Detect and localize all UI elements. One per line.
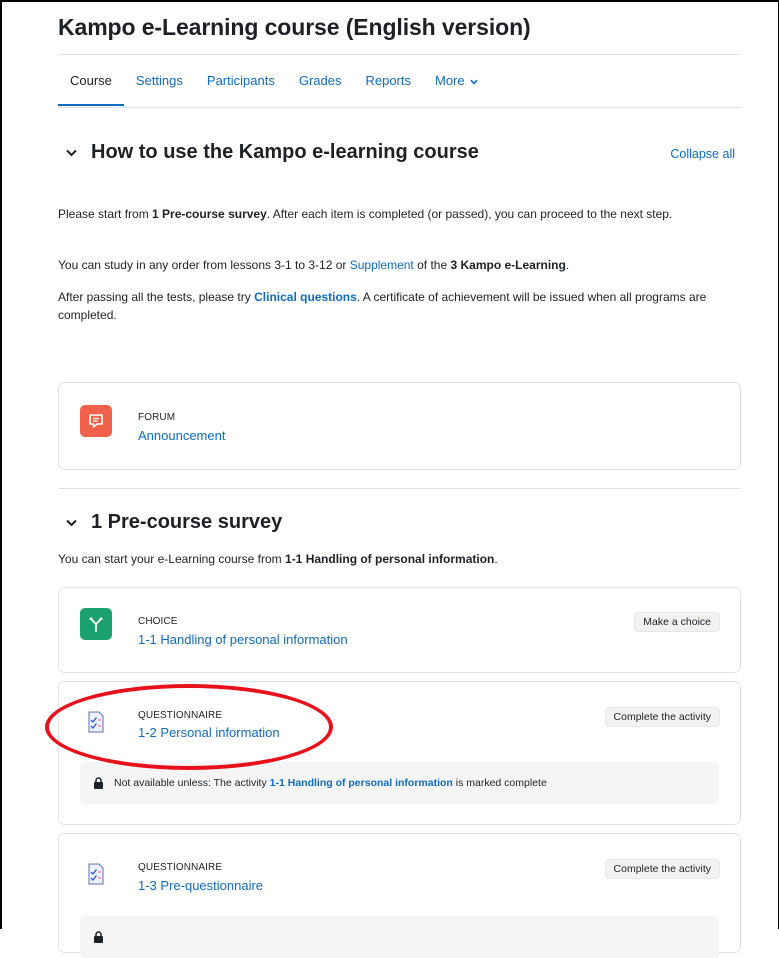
activity-type: QUESTIONNAIRE xyxy=(138,710,223,721)
divider xyxy=(58,107,741,108)
tab-label: Participants xyxy=(206,73,275,88)
text: of the xyxy=(413,258,451,272)
summary-paragraph: You can study in any order from lessons … xyxy=(58,256,718,274)
activity-link-announcement[interactable]: Announcement xyxy=(138,428,225,443)
tab-grades[interactable]: Grades xyxy=(287,66,354,106)
bold-text: 1-1 Handling of personal information xyxy=(285,552,495,566)
summary-paragraph: After passing all the tests, please try … xyxy=(58,288,718,324)
activity-link-pre-questionnaire[interactable]: 1-3 Pre-questionnaire xyxy=(138,878,263,893)
access-restriction xyxy=(80,916,719,958)
choice-icon xyxy=(80,608,112,640)
tab-participants[interactable]: Participants xyxy=(195,66,287,106)
restriction-activity-link[interactable]: 1-1 Handling of personal information xyxy=(270,777,453,789)
text: After passing all the tests, please try xyxy=(58,290,255,304)
supplement-link[interactable]: Supplement xyxy=(350,258,414,272)
divider xyxy=(58,54,741,55)
bold-text: 1 Pre-course survey xyxy=(152,207,267,221)
clinical-questions-link[interactable]: Clinical questions xyxy=(254,290,357,304)
bold-text: 3 Kampo e-Learning xyxy=(450,258,566,272)
tab-label: Reports xyxy=(365,73,411,88)
lock-icon xyxy=(93,931,104,943)
tab-reports[interactable]: Reports xyxy=(353,66,423,106)
activity-link-personal-information[interactable]: 1-2 Personal information xyxy=(138,725,280,740)
forum-icon xyxy=(80,405,112,437)
summary-paragraph: Please start from 1 Pre-course survey. A… xyxy=(58,205,718,223)
text: is marked complete xyxy=(455,777,547,789)
text: Please start from xyxy=(58,207,153,221)
completion-badge: Make a choice xyxy=(634,612,720,632)
page-title: Kampo e-Learning course (English version… xyxy=(58,14,531,40)
activity-type: FORUM xyxy=(138,412,176,423)
section-title[interactable]: 1 Pre-course survey xyxy=(91,511,282,534)
section-title[interactable]: How to use the Kampo e-learning course xyxy=(91,141,479,164)
tab-more[interactable]: More xyxy=(423,66,490,106)
text: You can start your e-Learning course fro… xyxy=(58,552,286,566)
questionnaire-icon xyxy=(80,858,112,890)
chevron-down-icon xyxy=(468,77,479,87)
completion-badge: Complete the activity xyxy=(604,859,720,879)
chevron-down-icon[interactable] xyxy=(66,145,77,160)
activity-card-questionnaire-personal-info: QUESTIONNAIRE 1-2 Personal information C… xyxy=(58,681,741,825)
section-intro: You can start your e-Learning course fro… xyxy=(58,550,718,568)
text: . After each item is completed (or passe… xyxy=(266,207,673,221)
text: . xyxy=(565,258,570,272)
lock-icon xyxy=(93,777,104,789)
section-header-how-to-use: How to use the Kampo e-learning course xyxy=(66,141,479,164)
access-restriction: Not available unless: The activity 1-1 H… xyxy=(80,762,719,804)
section-header-pre-course-survey: 1 Pre-course survey xyxy=(66,511,282,534)
section-divider xyxy=(58,488,741,489)
tab-label: More xyxy=(435,73,465,88)
tab-label: Settings xyxy=(135,73,183,88)
text: You can study in any order from lessons … xyxy=(58,258,350,272)
completion-badge: Complete the activity xyxy=(604,707,720,727)
questionnaire-icon xyxy=(80,706,112,738)
tab-course[interactable]: Course xyxy=(58,66,124,106)
tab-label: Grades xyxy=(298,73,342,88)
course-nav-tabs: Course Settings Participants Grades Repo… xyxy=(58,66,490,106)
collapse-all-link[interactable]: Collapse all xyxy=(670,147,735,161)
activity-card-choice: CHOICE 1-1 Handling of personal informat… xyxy=(58,587,741,673)
tab-settings[interactable]: Settings xyxy=(124,66,195,106)
activity-link-handling-personal-info[interactable]: 1-1 Handling of personal information xyxy=(138,632,348,647)
tab-label: Course xyxy=(70,73,112,88)
activity-card-questionnaire-pre: QUESTIONNAIRE 1-3 Pre-questionnaire Comp… xyxy=(58,833,741,958)
activity-type: QUESTIONNAIRE xyxy=(138,862,223,873)
text: Not available unless: The activity xyxy=(114,777,267,789)
chevron-down-icon[interactable] xyxy=(66,515,77,530)
text: . xyxy=(494,552,498,566)
activity-type: CHOICE xyxy=(138,616,178,627)
activity-card-forum: FORUM Announcement xyxy=(58,382,741,470)
